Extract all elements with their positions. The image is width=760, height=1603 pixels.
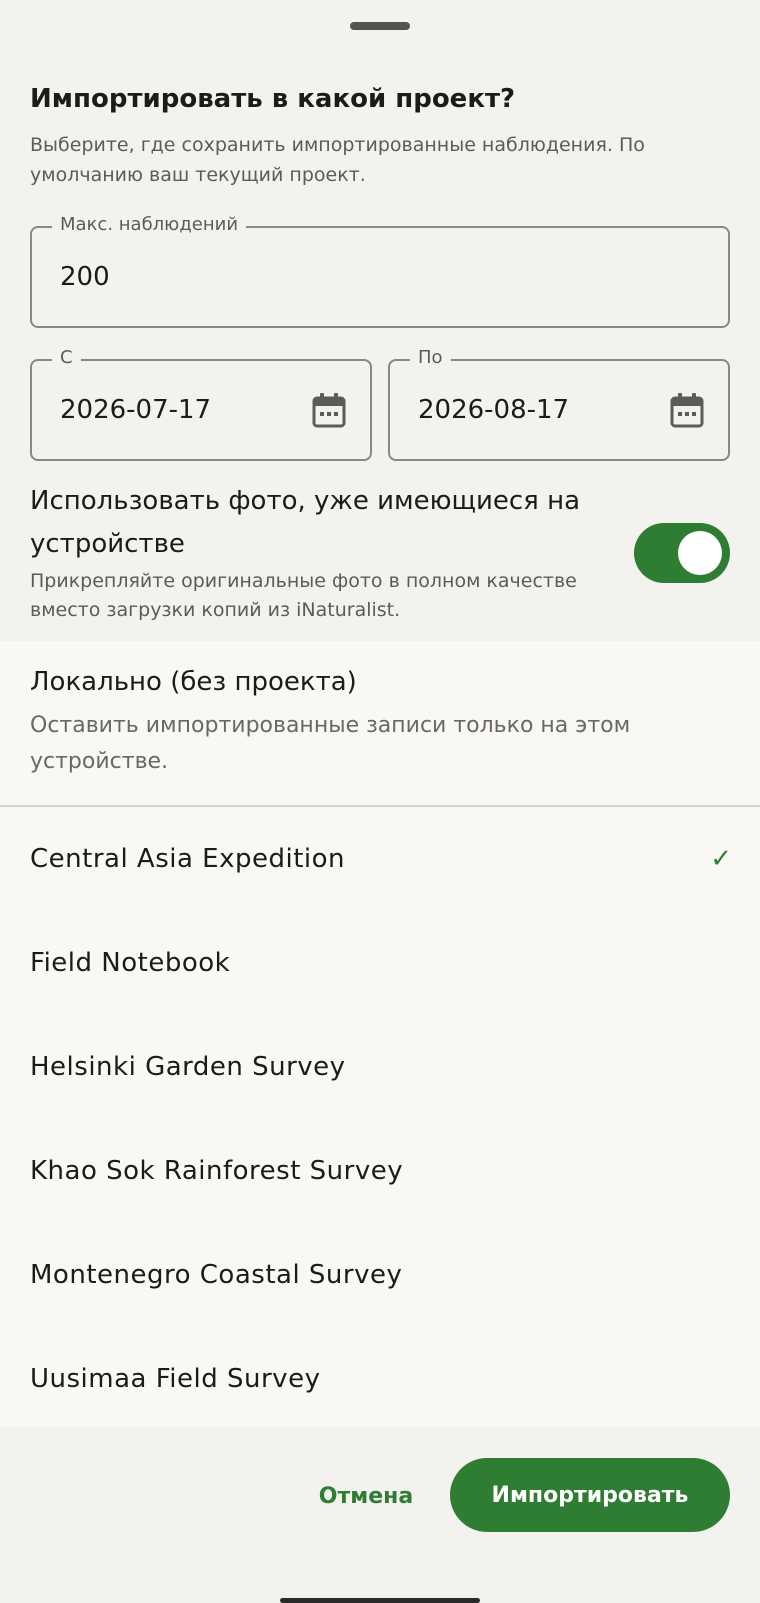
calendar-icon[interactable]: [670, 392, 704, 428]
project-item-central-asia-expedition[interactable]: Central Asia Expedition ✓: [0, 807, 760, 911]
project-item-uusimaa-field-survey[interactable]: Uusimaa Field Survey: [0, 1327, 760, 1431]
local-no-project-option[interactable]: Локально (без проекта) Оставить импортир…: [0, 641, 760, 806]
project-label: Central Asia Expedition: [30, 844, 346, 874]
project-item-montenegro-coastal-survey[interactable]: Montenegro Coastal Survey: [0, 1223, 760, 1327]
project-item-helsinki-garden-survey[interactable]: Helsinki Garden Survey: [0, 1015, 760, 1119]
project-item-field-notebook[interactable]: Field Notebook: [0, 911, 760, 1015]
import-button[interactable]: Импортировать: [450, 1458, 730, 1532]
project-label: Field Notebook: [30, 948, 231, 978]
date-from-label: С: [52, 347, 81, 368]
date-from-value[interactable]: 2026-07-17: [60, 395, 211, 425]
project-label: Uusimaa Field Survey: [30, 1364, 321, 1394]
dialog-subtitle: Выберите, где сохранить импортированные …: [30, 134, 645, 186]
max-observations-field[interactable]: Макс. наблюдений 200: [30, 214, 730, 328]
local-option-title: Локально (без проекта): [30, 667, 357, 697]
system-navigation-bar[interactable]: [280, 1598, 480, 1603]
project-item-khao-sok-rainforest-survey[interactable]: Khao Sok Rainforest Survey: [0, 1119, 760, 1223]
use-device-photos-title: Использовать фото, уже имеющиеся на устр…: [30, 486, 581, 559]
date-to-value[interactable]: 2026-08-17: [418, 395, 569, 425]
project-label: Khao Sok Rainforest Survey: [30, 1156, 404, 1186]
date-to-label: По: [410, 347, 451, 368]
dialog-title: Импортировать в какой проект?: [30, 84, 516, 114]
cancel-button[interactable]: Отмена: [306, 1466, 426, 1526]
toggle-knob: [678, 531, 722, 575]
use-device-photos-description: Прикрепляйте оригинальные фото в полном …: [30, 570, 577, 621]
project-label: Montenegro Coastal Survey: [30, 1260, 403, 1290]
project-list[interactable]: Локально (без проекта) Оставить импортир…: [0, 641, 760, 1427]
import-bottom-sheet: Импортировать в какой проект? Выберите, …: [0, 0, 760, 1603]
check-icon: ✓: [710, 844, 732, 874]
drag-handle[interactable]: [350, 22, 410, 30]
local-option-description: Оставить импортированные записи только н…: [30, 713, 631, 774]
project-label: Helsinki Garden Survey: [30, 1052, 346, 1082]
calendar-icon[interactable]: [312, 392, 346, 428]
max-observations-label: Макс. наблюдений: [52, 214, 247, 235]
max-observations-value[interactable]: 200: [60, 262, 110, 292]
date-from-field[interactable]: С 2026-07-17: [30, 347, 372, 461]
use-device-photos-toggle[interactable]: [634, 523, 730, 583]
date-to-field[interactable]: По 2026-08-17: [388, 347, 730, 461]
